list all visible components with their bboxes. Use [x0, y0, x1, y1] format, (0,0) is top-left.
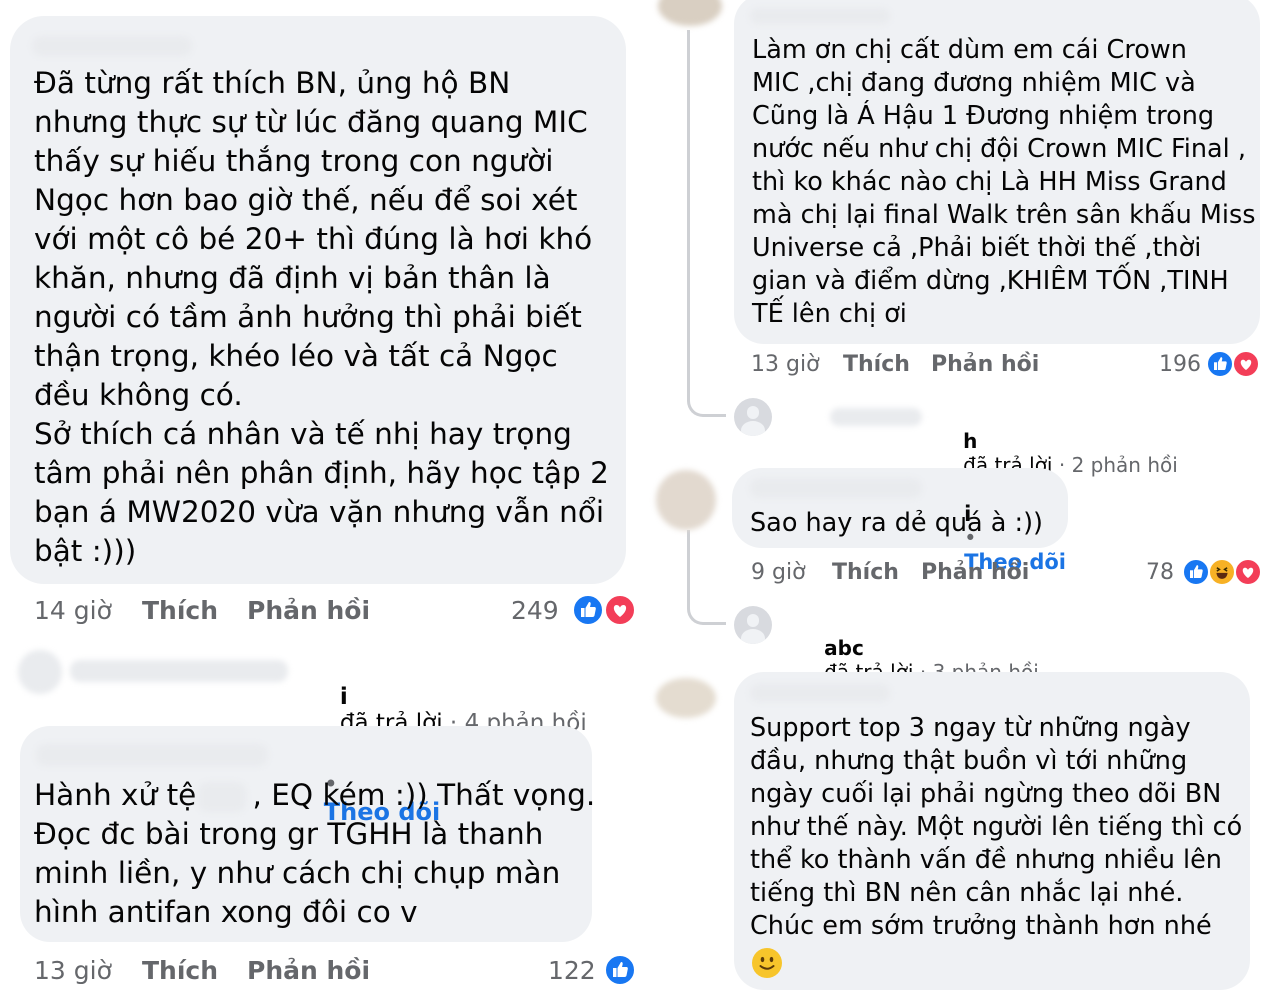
reply-button[interactable]: Phản hồi: [247, 956, 370, 985]
comment-line: đều không có.: [34, 378, 243, 412]
comment-line: Đọc đc bài trong gr TGHH là thanh: [34, 817, 544, 851]
comment-line: Universe cả ,Phải biết thời thế ,thời: [752, 233, 1202, 263]
comment-line: thận trọng, khéo léo và tất cả Ngọc: [34, 339, 558, 373]
redacted-author-name: [750, 478, 922, 498]
comment-line: minh liền, y như cách chị chụp màn: [34, 856, 561, 890]
like-button[interactable]: Thích: [142, 596, 218, 625]
reply-count: 2 phản hồi: [1071, 453, 1178, 477]
comment-line: hình antifan xong đôi co v: [34, 895, 418, 929]
redacted-replier-name: [830, 408, 922, 426]
comment-line: người có tầm ảnh hưởng thì phải biết: [34, 300, 582, 334]
reaction-count[interactable]: 249: [511, 596, 559, 625]
comment-line: ngày cuối lại phải ngừng theo dõi BN: [750, 779, 1222, 809]
love-reaction-icon: [604, 594, 636, 626]
comment-line: bật :))): [34, 534, 137, 568]
comment-line: Support top 3 ngay từ những ngày: [750, 713, 1191, 743]
like-button[interactable]: Thích: [142, 956, 218, 985]
replier-name: i: [339, 684, 348, 710]
comment-line: khăn, nhưng đã định vị bản thân là: [34, 261, 551, 295]
comment-line: tiếng thì BN nên cân nhắc lại nhé.: [750, 878, 1184, 908]
love-reaction-icon: [1234, 558, 1262, 586]
comment-line: thấy sự hiếu thắng trong con người: [34, 144, 554, 178]
comment-time[interactable]: 14 giờ: [34, 596, 112, 625]
replier-name: abc: [824, 636, 864, 660]
comment-line: Làm ơn chị cất dùm em cái Crown: [752, 35, 1187, 65]
comment-line: Chúc em sớm trưởng thành hơn nhé: [750, 911, 1212, 941]
comment-line: Đã từng rất thích BN, ủng hộ BN: [34, 66, 511, 100]
smile-emoji-icon: [752, 948, 782, 978]
comment-line: Sở thích cá nhân và tế nhị hay trọng: [34, 417, 572, 451]
like-button[interactable]: Thích: [843, 352, 910, 377]
like-reaction-icon: [572, 594, 604, 626]
right-screenshot: Làm ơn chị cất dùm em cái Crown MIC ,chị…: [644, 0, 1280, 1000]
left-screenshot: Đã từng rất thích BN, ủng hộ BN nhưng th…: [0, 0, 640, 1000]
redacted-author-name: [36, 744, 268, 766]
redacted-author-avatar: [656, 678, 716, 718]
comment-text: Sao hay ra dẻ quá à :)): [750, 508, 1044, 538]
reply-button[interactable]: Phản hồi: [921, 560, 1029, 585]
comment-line: nhưng thực sự từ lúc đăng quang MIC: [34, 105, 588, 139]
comment-text: Làm ơn chị cất dùm em cái Crown MIC ,chị…: [752, 34, 1256, 331]
redacted-author-name: [32, 36, 192, 56]
comment-line: nước nếu như chị đội Crown MIC Final ,: [752, 134, 1246, 164]
redacted-replier-avatar: [18, 650, 62, 694]
comment-line: như thế này. Một người lên tiếng thì có: [750, 812, 1243, 842]
comment-line: mà chị lại final Walk trên sân khấu Miss: [752, 200, 1256, 230]
haha-reaction-icon: [1208, 558, 1236, 586]
reaction-count[interactable]: 196: [1159, 352, 1201, 377]
reply-button[interactable]: Phản hồi: [931, 352, 1039, 377]
comment-line: Hành xử tệ , EQ kém :)) Thất vọng.: [34, 778, 596, 812]
comment-bubble: Đã từng rất thích BN, ủng hộ BN nhưng th…: [10, 16, 626, 584]
comment-bubble: Làm ơn chị cất dùm em cái Crown MIC ,chị…: [734, 0, 1260, 344]
thread-line: [687, 530, 726, 625]
comment-line: tâm phải nên phân định, hãy học tập 2: [34, 456, 609, 490]
comment-text: Đã từng rất thích BN, ủng hộ BN nhưng th…: [34, 64, 609, 571]
redacted-author-name: [750, 684, 890, 702]
comment-bubble: i • Theo dõi Sao hay ra dẻ quá à :)): [732, 468, 1068, 574]
comment-bubble: Support top 3 ngay từ những ngày đầu, nh…: [734, 672, 1250, 990]
comment-line: thể ko thành vấn đề nhưng nhiều lên: [750, 845, 1222, 875]
redacted-word: [198, 782, 246, 812]
love-reaction-icon: [1232, 350, 1260, 378]
comment-time[interactable]: 13 giờ: [751, 352, 820, 377]
redacted-replier-name: [70, 660, 288, 682]
redacted-author-avatar: [656, 470, 716, 530]
redacted-author-name: [750, 8, 890, 24]
like-reaction-icon: [604, 954, 636, 986]
default-avatar-icon: [734, 398, 772, 436]
like-reaction-icon: [1182, 558, 1210, 586]
default-avatar-icon: [734, 606, 772, 644]
reaction-count[interactable]: 78: [1146, 560, 1174, 585]
comment-line: thì ko khác nào chị Là HH Miss Grand: [752, 167, 1227, 197]
like-button[interactable]: Thích: [832, 560, 899, 585]
replier-name: h: [963, 429, 978, 453]
comment-line: Cũng là Á Hậu 1 Đương nhiệm trong: [752, 101, 1215, 131]
thread-line: [687, 30, 726, 417]
comment-time[interactable]: 13 giờ: [34, 956, 112, 985]
like-reaction-icon: [1206, 350, 1234, 378]
comment-line: với một cô bé 20+ thì đúng là hơi khó: [34, 222, 593, 256]
redacted-author-avatar: [658, 0, 722, 26]
comment-line: MIC ,chị đang đương nhiệm MIC và: [752, 68, 1196, 98]
comment-line: Ngọc hơn bao giờ thế, nếu để soi xét: [34, 183, 578, 217]
comment-line: TẾ lên chị ơi: [752, 299, 907, 329]
comment-bubble: • Theo dõi Hành xử tệ , EQ kém :)) Thất …: [20, 726, 595, 942]
comment-line: bạn á MW2020 vừa vặn nhưng vẫn nổi: [34, 495, 605, 529]
comment-time[interactable]: 9 giờ: [751, 560, 806, 585]
comment-text: Hành xử tệ , EQ kém :)) Thất vọng. Đọc đ…: [34, 776, 595, 932]
comment-line: gian và điểm dừng ,KHIÊM TỐN ,TINH: [752, 266, 1229, 296]
reaction-count[interactable]: 122: [548, 956, 596, 985]
comment-text: Support top 3 ngay từ những ngày đầu, nh…: [750, 712, 1242, 943]
reply-button[interactable]: Phản hồi: [247, 596, 370, 625]
comment-line: đầu, nhưng thật buồn vì tới những: [750, 746, 1188, 776]
